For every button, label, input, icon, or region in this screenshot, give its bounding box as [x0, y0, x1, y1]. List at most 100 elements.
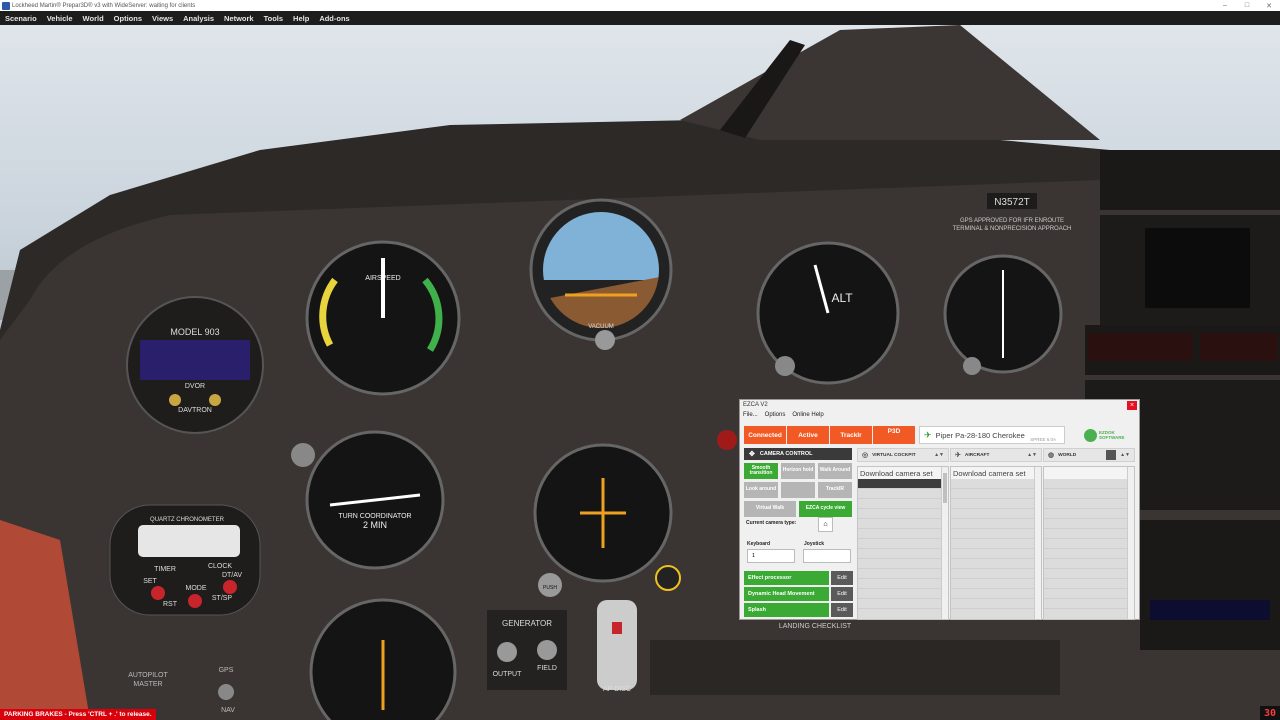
- list-item[interactable]: [951, 479, 1041, 489]
- list-item[interactable]: [1044, 579, 1134, 589]
- list-item[interactable]: [1044, 589, 1134, 599]
- list-item[interactable]: [858, 489, 948, 499]
- tab-active[interactable]: Active: [787, 426, 829, 444]
- list-item[interactable]: [951, 579, 1041, 589]
- turn-knob[interactable]: [291, 443, 315, 467]
- aircraft-list[interactable]: Download camera set: [950, 466, 1042, 620]
- blank-camera-button[interactable]: [781, 482, 815, 498]
- aircraft-scrollbar[interactable]: [1034, 467, 1041, 619]
- list-item[interactable]: [858, 589, 948, 599]
- effect-processor-edit[interactable]: Edit: [831, 571, 853, 585]
- list-item[interactable]: [951, 499, 1041, 509]
- list-item[interactable]: [1044, 519, 1134, 529]
- menu-help[interactable]: Help: [288, 14, 314, 23]
- list-item[interactable]: [1044, 489, 1134, 499]
- list-item[interactable]: [1044, 549, 1134, 559]
- list-item[interactable]: [951, 589, 1041, 599]
- maximize-button[interactable]: □: [1236, 0, 1258, 11]
- list-item[interactable]: [951, 599, 1041, 609]
- list-item-selected[interactable]: [858, 479, 948, 489]
- list-item[interactable]: [951, 549, 1041, 559]
- menu-world[interactable]: World: [78, 14, 109, 23]
- menu-add-ons[interactable]: Add-ons: [314, 14, 354, 23]
- chrono-set-button[interactable]: [151, 586, 165, 600]
- list-item[interactable]: [951, 559, 1041, 569]
- close-button[interactable]: ✕: [1258, 0, 1280, 11]
- chrono-dtav-button[interactable]: [223, 580, 237, 594]
- ezca-menu-online-help[interactable]: Online Help: [792, 412, 823, 418]
- tab-connected[interactable]: Connected: [744, 426, 786, 444]
- sort-arrows-icon[interactable]: ▲▼: [1027, 452, 1037, 458]
- lock-icon[interactable]: [1106, 450, 1117, 460]
- list-item[interactable]: [951, 519, 1041, 529]
- dynamic-head-movement-button[interactable]: Dynamic Head Movement: [744, 587, 829, 601]
- horizon-hold-button[interactable]: Horizon hold: [781, 463, 815, 479]
- dynamic-head-movement-edit[interactable]: Edit: [831, 587, 853, 601]
- list-item[interactable]: [1044, 529, 1134, 539]
- chrono-mode-button[interactable]: [188, 594, 202, 608]
- ap-disc-button[interactable]: [612, 622, 622, 634]
- attitude-knob[interactable]: [595, 330, 615, 350]
- list-item[interactable]: [858, 579, 948, 589]
- tab-trackir[interactable]: TrackIr: [830, 426, 872, 444]
- list-item[interactable]: [858, 569, 948, 579]
- list-item[interactable]: [1044, 599, 1134, 609]
- walk-around-button[interactable]: Walk Around: [818, 463, 852, 479]
- world-scrollbar[interactable]: [1127, 467, 1134, 619]
- ezca-close-button[interactable]: ×: [1127, 401, 1137, 410]
- dvor-knob-left[interactable]: [169, 394, 181, 406]
- list-item[interactable]: [858, 559, 948, 569]
- virtual-cockpit-scrollbar[interactable]: [941, 467, 948, 619]
- joystick-input[interactable]: [803, 549, 851, 563]
- menu-network[interactable]: Network: [219, 14, 259, 23]
- list-item[interactable]: [858, 549, 948, 559]
- ezca-menu-file[interactable]: File...: [743, 412, 758, 418]
- list-item[interactable]: [951, 489, 1041, 499]
- menu-vehicle[interactable]: Vehicle: [42, 14, 78, 23]
- list-item[interactable]: [1044, 479, 1134, 489]
- list-item[interactable]: [1044, 509, 1134, 519]
- obs-knob[interactable]: [963, 357, 981, 375]
- camera-type-icon[interactable]: ⌂: [818, 517, 833, 532]
- dvor-knob-right[interactable]: [209, 394, 221, 406]
- splash-button[interactable]: Splash: [744, 603, 829, 617]
- smooth-transition-button[interactable]: Smooth transition: [744, 463, 778, 479]
- altimeter-knob[interactable]: [775, 356, 795, 376]
- world-header[interactable]: ◍ WORLD ▲▼: [1043, 448, 1135, 462]
- list-item[interactable]: [1044, 499, 1134, 509]
- output-knob[interactable]: [497, 642, 517, 662]
- menu-options[interactable]: Options: [109, 14, 147, 23]
- list-item[interactable]: [1044, 569, 1134, 579]
- menu-tools[interactable]: Tools: [259, 14, 288, 23]
- list-item[interactable]: [1044, 539, 1134, 549]
- keyboard-input[interactable]: 1: [747, 549, 795, 563]
- menu-analysis[interactable]: Analysis: [178, 14, 219, 23]
- trackir-button[interactable]: TrackIR: [818, 482, 852, 498]
- list-item[interactable]: [858, 599, 948, 609]
- look-around-button[interactable]: Look around: [744, 482, 778, 498]
- list-item[interactable]: [858, 509, 948, 519]
- tab-p3d[interactable]: P3D: [873, 426, 915, 444]
- menu-views[interactable]: Views: [147, 14, 178, 23]
- world-list-header-row[interactable]: [1044, 467, 1134, 479]
- download-camera-set[interactable]: Download camera set: [858, 467, 948, 479]
- list-item[interactable]: [951, 529, 1041, 539]
- gps-nav-switch[interactable]: [218, 684, 234, 700]
- list-item[interactable]: [858, 539, 948, 549]
- list-item[interactable]: [951, 539, 1041, 549]
- virtual-cockpit-header[interactable]: ◎ VIRTUAL COCKPIT ▲▼: [857, 448, 949, 462]
- field-knob[interactable]: [537, 640, 557, 660]
- ezca-menu-options[interactable]: Options: [765, 412, 786, 418]
- minimize-button[interactable]: –: [1214, 0, 1236, 11]
- list-item[interactable]: [951, 569, 1041, 579]
- list-item[interactable]: [951, 509, 1041, 519]
- list-item[interactable]: [858, 499, 948, 509]
- sort-arrows-icon[interactable]: ▲▼: [1120, 452, 1130, 458]
- virtual-walk-button[interactable]: Virtual Walk: [744, 501, 796, 517]
- ezca-cycle-view-button[interactable]: EZCA cycle view: [799, 501, 852, 517]
- world-list[interactable]: [1043, 466, 1135, 620]
- sort-arrows-icon[interactable]: ▲▼: [934, 452, 944, 458]
- list-item[interactable]: [1044, 559, 1134, 569]
- scrollbar-thumb[interactable]: [943, 473, 947, 503]
- virtual-cockpit-list[interactable]: Download camera set: [857, 466, 949, 620]
